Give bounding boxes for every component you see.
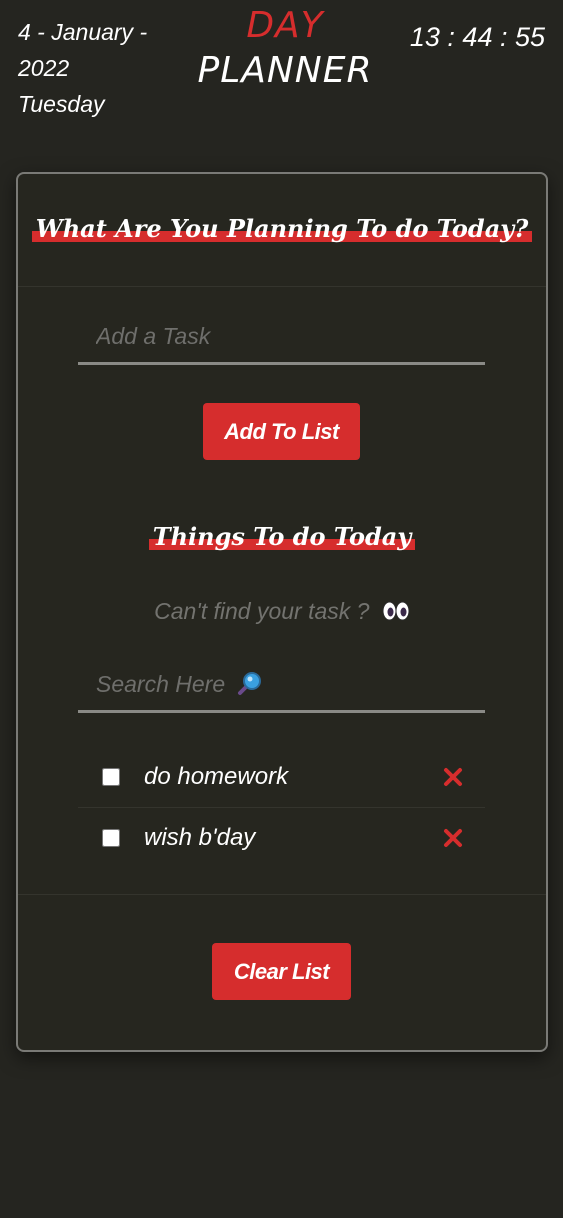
app-title-planner: PLANNER — [197, 50, 373, 91]
search-input-wrapper — [78, 658, 485, 713]
task-text: do homework — [144, 763, 289, 790]
date-weekday: Tuesday — [18, 91, 105, 117]
delete-icon[interactable] — [443, 828, 463, 848]
search-help-line: Can't find your task ? — [18, 598, 546, 625]
eyes-icon — [382, 601, 410, 621]
header-date: 4 - January - 2022 Tuesday — [18, 14, 168, 122]
task-checkbox[interactable] — [102, 829, 120, 847]
clear-list-button[interactable]: Clear List — [212, 943, 351, 1000]
card-divider — [18, 894, 546, 895]
magnifier-icon — [238, 672, 261, 695]
task-item: do homework — [78, 747, 485, 808]
planner-card-header: What Are You Planning To do Today? — [18, 174, 546, 287]
app-title: DAY PLANNER — [180, 4, 390, 94]
task-input[interactable] — [78, 322, 485, 350]
task-list: do homework wish b'day — [78, 747, 485, 868]
add-to-list-button[interactable]: Add To List — [203, 403, 360, 460]
task-item: wish b'day — [78, 808, 485, 868]
search-input[interactable] — [78, 670, 485, 698]
app-title-day: DAY — [246, 5, 324, 46]
planner-heading: What Are You Planning To do Today? — [31, 214, 533, 243]
search-help-text: Can't find your task ? — [154, 598, 370, 624]
task-text: wish b'day — [144, 824, 256, 851]
todo-heading-wrapper: Things To do Today — [18, 522, 546, 551]
header-clock: 13 : 44 : 55 — [409, 22, 545, 52]
todo-heading: Things To do Today — [148, 522, 416, 551]
task-input-wrapper — [78, 310, 485, 365]
task-checkbox[interactable] — [102, 768, 120, 786]
delete-icon[interactable] — [443, 767, 463, 787]
date-year: 2022 — [18, 55, 70, 81]
planner-card: What Are You Planning To do Today? Add T… — [16, 172, 548, 1052]
date-day-month: 4 - January - — [18, 19, 148, 45]
search-row — [78, 670, 485, 698]
